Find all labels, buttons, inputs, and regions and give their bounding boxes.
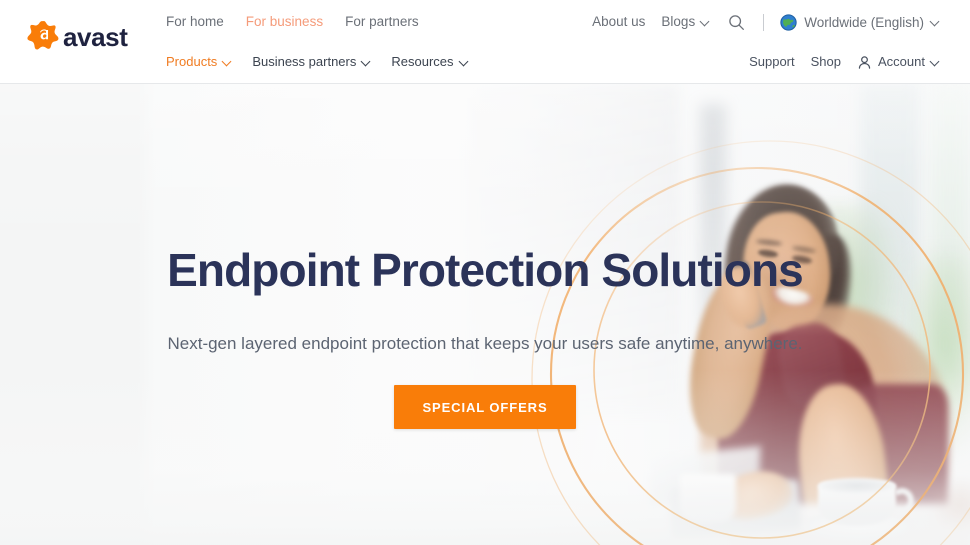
utility-nav: About us Blogs Worldwide (English) (592, 12, 940, 32)
chevron-down-icon (931, 57, 940, 66)
special-offers-button[interactable]: SPECIAL OFFERS (394, 384, 576, 429)
nav-link-shop[interactable]: Shop (811, 52, 841, 72)
nav-link-for-business[interactable]: For business (246, 12, 323, 32)
nav-link-for-partners[interactable]: For partners (345, 12, 419, 32)
chevron-down-icon (460, 57, 469, 66)
primary-nav: For home For business For partners (166, 12, 419, 32)
hero-content: Endpoint Protection Solutions Next-gen l… (0, 84, 970, 545)
nav-item-business-partners[interactable]: Business partners (252, 52, 371, 72)
nav-link-support[interactable]: Support (749, 52, 795, 72)
search-icon[interactable] (728, 14, 745, 31)
nav-item-products-label: Products (166, 54, 218, 69)
hero-subtitle: Next-gen layered endpoint protection tha… (167, 333, 803, 353)
nav-link-for-home[interactable]: For home (166, 12, 224, 32)
nav-item-products[interactable]: Products (166, 52, 232, 72)
nav-link-account[interactable]: Account (857, 52, 940, 72)
nav-link-blogs[interactable]: Blogs (661, 12, 710, 32)
nav-link-about-us[interactable]: About us (592, 12, 645, 32)
chevron-down-icon (362, 57, 371, 66)
hero-banner: Endpoint Protection Solutions Next-gen l… (0, 84, 970, 545)
avast-splat-logo-icon (26, 20, 62, 54)
nav-item-resources-label: Resources (391, 54, 454, 69)
chevron-down-icon (931, 17, 940, 26)
locale-label: Worldwide (English) (804, 14, 924, 30)
account-nav: Support Shop Account (749, 52, 940, 72)
nav-item-resources[interactable]: Resources (391, 52, 468, 72)
user-icon (857, 55, 872, 70)
page-title: Endpoint Protection Solutions (167, 244, 804, 296)
nav-link-account-label: Account (878, 54, 925, 69)
nav-item-business-partners-label: Business partners (252, 54, 357, 69)
nav-divider (763, 13, 765, 31)
avast-wordmark: avast (63, 21, 128, 52)
globe-icon (780, 13, 797, 31)
secondary-nav: Products Business partners Resources (166, 52, 469, 72)
locale-selector[interactable]: Worldwide (English) (780, 13, 940, 31)
chevron-down-icon (223, 57, 232, 66)
page-root: avast For home For business For partners… (0, 0, 970, 545)
nav-link-blogs-label: Blogs (661, 14, 696, 29)
site-header: avast For home For business For partners… (0, 0, 970, 84)
avast-logo[interactable]: avast (26, 18, 128, 56)
chevron-down-icon (701, 17, 710, 26)
